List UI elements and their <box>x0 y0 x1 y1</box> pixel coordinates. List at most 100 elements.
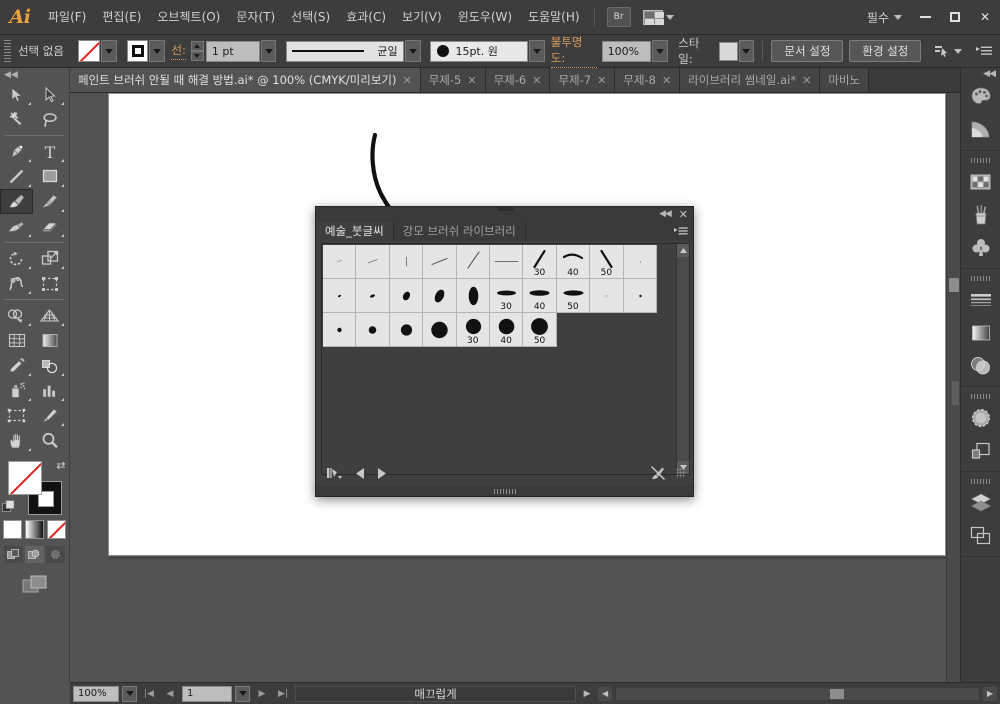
color-panel-icon[interactable] <box>961 80 1000 113</box>
dock-group-grip[interactable] <box>961 476 1000 486</box>
draw-inside-button[interactable] <box>46 546 65 563</box>
blob-brush-tool[interactable] <box>33 189 66 214</box>
brush-cell[interactable] <box>356 313 390 347</box>
brush-cell[interactable]: 40 <box>489 313 524 347</box>
draw-normal-button[interactable] <box>4 546 23 563</box>
brush-cell[interactable] <box>623 245 657 279</box>
document-tab-close-icon[interactable]: ✕ <box>403 74 412 87</box>
document-tab-close-icon[interactable]: ✕ <box>802 74 811 87</box>
default-fill-stroke-icon[interactable] <box>1 500 15 513</box>
scroll-left-icon[interactable]: ◀ <box>598 686 613 701</box>
document-tab-4[interactable]: 무제-8 ✕ <box>615 68 681 92</box>
canvas-scrollbar-thumb[interactable] <box>949 278 959 292</box>
menu-view[interactable]: 보기(V) <box>394 0 450 35</box>
workspace-chevron-down-icon[interactable] <box>894 14 902 20</box>
menu-file[interactable]: 파일(F) <box>40 0 94 35</box>
document-tab-close-icon[interactable]: ✕ <box>532 74 541 87</box>
symbols-panel-icon[interactable] <box>961 231 1000 264</box>
document-tab-2[interactable]: 무제-6 ✕ <box>485 68 551 92</box>
dock-splitter-handle[interactable] <box>951 380 960 406</box>
resize-grip-icon[interactable] <box>676 468 686 478</box>
menu-window[interactable]: 윈도우(W) <box>450 0 520 35</box>
warp-tool[interactable] <box>0 271 33 296</box>
opacity-label[interactable]: 불투명도: <box>550 34 597 68</box>
dock-group-grip[interactable] <box>961 273 1000 283</box>
panel-resize-bar[interactable] <box>316 486 693 496</box>
maximize-button[interactable] <box>940 0 970 35</box>
brush-cell[interactable] <box>456 279 490 313</box>
free-transform-tool[interactable] <box>33 271 66 296</box>
rotate-tool[interactable] <box>0 246 33 271</box>
fill-color-box[interactable] <box>7 461 42 495</box>
brush-cell[interactable] <box>389 313 424 347</box>
symbol-sprayer-tool[interactable] <box>0 378 33 403</box>
brush-cell[interactable]: 50 <box>556 279 591 313</box>
document-tab-close-icon[interactable]: ✕ <box>597 74 606 87</box>
panel-close-icon[interactable]: ✕ <box>679 209 688 220</box>
hand-tool[interactable] <box>0 428 33 453</box>
stroke-profile-select[interactable]: 균일 <box>286 40 404 62</box>
menu-help[interactable]: 도움말(H) <box>520 0 588 35</box>
change-screen-mode-button[interactable] <box>22 575 48 598</box>
eraser-tool[interactable] <box>33 214 66 239</box>
brush-cell[interactable] <box>356 245 390 279</box>
pencil-tool[interactable] <box>0 214 33 239</box>
library-menu-icon[interactable] <box>326 466 344 480</box>
panel-collapse-icon[interactable]: ◀◀ <box>659 209 672 219</box>
zoom-level-dropdown[interactable] <box>122 685 137 702</box>
document-tab-close-icon[interactable]: ✕ <box>467 74 476 87</box>
graphic-style-dropdown[interactable] <box>738 40 755 62</box>
brush-cell[interactable]: 30 <box>456 313 490 347</box>
brush-cell[interactable] <box>423 245 457 279</box>
rectangle-tool[interactable] <box>33 164 66 189</box>
status-info-display[interactable]: 매끄럽게 <box>295 685 577 702</box>
brush-cell[interactable] <box>423 279 457 313</box>
horizontal-scrollbar-thumb[interactable] <box>830 688 845 699</box>
color-guide-panel-icon[interactable] <box>961 113 1000 146</box>
brush-cell[interactable]: 30 <box>489 279 524 313</box>
zoom-level-input[interactable]: 100% <box>73 685 119 702</box>
stroke-profile-dropdown[interactable] <box>404 40 421 62</box>
pen-tool[interactable] <box>0 139 33 164</box>
color-mode-button[interactable] <box>3 520 22 539</box>
graphic-style-swatch[interactable] <box>718 41 738 61</box>
brush-cell[interactable] <box>389 245 424 279</box>
previous-library-icon[interactable] <box>356 467 365 479</box>
shape-builder-tool[interactable] <box>0 303 33 328</box>
zoom-tool[interactable] <box>33 428 66 453</box>
direct-selection-tool[interactable] <box>33 82 66 107</box>
line-segment-tool[interactable] <box>0 164 33 189</box>
menu-type[interactable]: 문자(T) <box>228 0 283 35</box>
stroke-dropdown[interactable] <box>149 40 166 62</box>
document-tab-0[interactable]: 페인트 브러쉬 안될 때 해결 방법.ai* @ 100% (CMYK/미리보기… <box>70 68 421 92</box>
artboards-panel-icon[interactable] <box>961 519 1000 552</box>
perspective-grid-tool[interactable] <box>33 303 66 328</box>
brush-definition-dropdown[interactable] <box>528 40 545 62</box>
next-library-icon[interactable] <box>377 467 386 479</box>
swatches-panel-icon[interactable] <box>961 165 1000 198</box>
document-setup-button[interactable]: 문서 설정 <box>771 40 844 62</box>
brush-cell[interactable] <box>456 245 490 279</box>
panel-menu-icon[interactable] <box>974 41 994 61</box>
artboard-number-dropdown[interactable] <box>235 685 250 702</box>
lasso-tool[interactable] <box>33 107 66 132</box>
appearance-panel-icon[interactable] <box>961 401 1000 434</box>
bridge-button[interactable]: Br <box>606 7 631 27</box>
dock-group-grip[interactable] <box>961 391 1000 401</box>
brush-cell[interactable]: 40 <box>523 279 557 313</box>
status-info-menu-icon[interactable]: ▶ <box>579 686 595 702</box>
gradient-tool[interactable] <box>33 328 66 353</box>
document-tab-5[interactable]: 라이브러리 썸네일.ai* ✕ <box>680 68 821 92</box>
brush-grid-container[interactable]: 30 40 50 30 40 50 30 40 50 <box>321 243 690 475</box>
opacity-input[interactable]: 100% <box>601 40 652 62</box>
stroke-weight-input[interactable]: 1 pt <box>205 40 260 62</box>
tools-panel-collapse-icon[interactable]: ◀◀ <box>0 68 69 82</box>
none-mode-button[interactable] <box>47 520 66 539</box>
brush-cell[interactable]: 30 <box>523 245 557 279</box>
brush-cell[interactable] <box>423 313 457 347</box>
first-artboard-icon[interactable]: |◀ <box>140 686 158 702</box>
draw-behind-button[interactable] <box>25 546 44 563</box>
menu-edit[interactable]: 편집(E) <box>94 0 149 35</box>
brush-cell[interactable] <box>323 313 357 347</box>
menu-object[interactable]: 오브젝트(O) <box>149 0 228 35</box>
